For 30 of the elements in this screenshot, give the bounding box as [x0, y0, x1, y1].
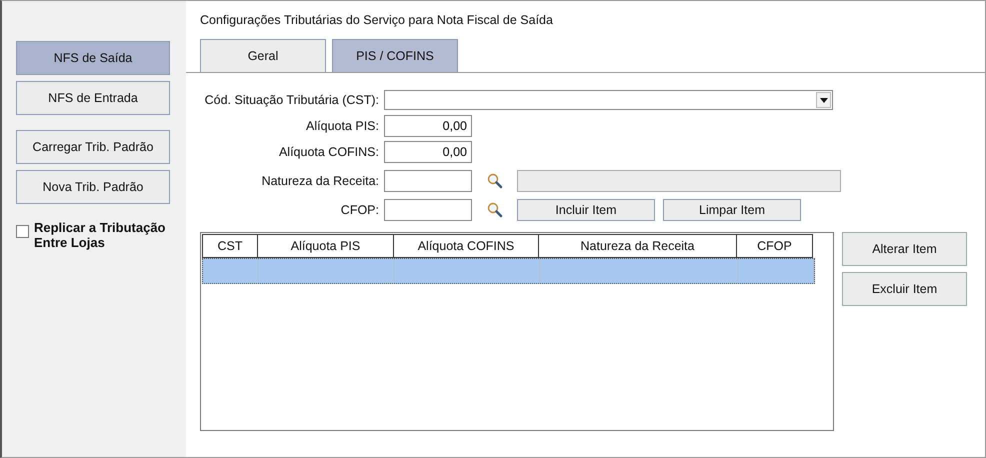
field-label: Cód. Situação Tributária (CST): [204, 93, 379, 107]
checkbox[interactable] [16, 225, 29, 238]
tab[interactable]: PIS / COFINS [332, 39, 458, 72]
field-label: CFOP: [340, 203, 379, 217]
column-header[interactable]: Natureza da Receita [539, 234, 737, 258]
section-title: Configurações Tributárias do Serviço para Nota Fiscal de Saída [199, 12, 554, 29]
field-label: Alíquota PIS: [305, 119, 379, 133]
tab[interactable]: Geral [200, 39, 326, 72]
field-label: Natureza da Receita: [260, 174, 379, 188]
item-action-button[interactable]: Excluir Item [842, 272, 967, 306]
sidebar-button[interactable]: NFS de Entrada [16, 81, 170, 115]
clear-item-button[interactable]: Limpar Item [663, 199, 801, 221]
checkbox-label: Replicar a Tributação Entre Lojas [34, 220, 166, 250]
search-icon[interactable] [487, 173, 503, 189]
input-field[interactable] [384, 170, 472, 192]
search-icon[interactable] [487, 202, 503, 218]
input-field[interactable]: 0,00 [384, 141, 472, 163]
column-header[interactable]: Alíquota PIS [258, 234, 394, 258]
sidebar-button[interactable]: Carregar Trib. Padrão [16, 130, 170, 164]
column-header[interactable]: Alíquota COFINS [394, 234, 539, 258]
input-field[interactable]: 0,00 [384, 115, 472, 137]
field-label: Alíquota COFINS: [278, 145, 379, 159]
sidebar-button[interactable]: NFS de Saída [16, 41, 170, 75]
sidebar-button[interactable]: Nova Trib. Padrão [16, 170, 170, 204]
table-row[interactable] [202, 258, 815, 284]
include-item-button[interactable]: Incluir Item [517, 199, 655, 221]
column-header[interactable]: CFOP [737, 234, 813, 258]
column-header[interactable]: CST [202, 234, 258, 258]
item-action-button[interactable]: Alterar Item [842, 232, 967, 266]
input-field[interactable] [384, 199, 472, 221]
